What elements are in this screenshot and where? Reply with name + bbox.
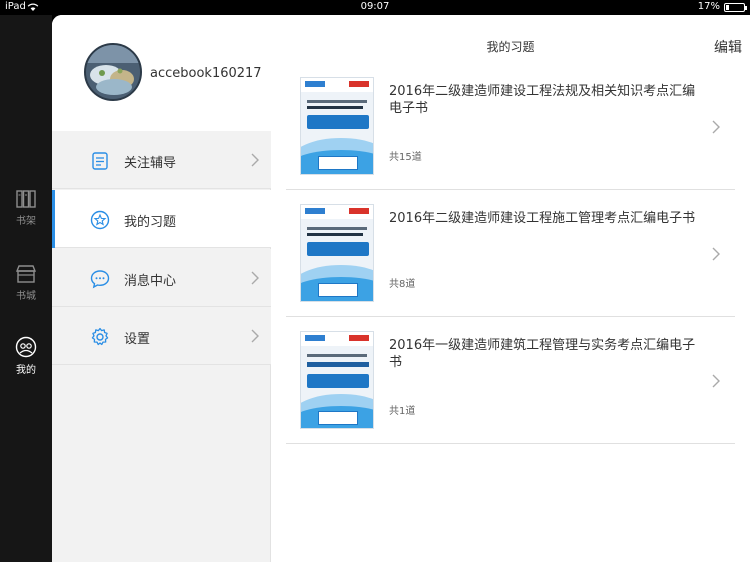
star-icon (90, 210, 110, 230)
book-title: 2016年二级建造师建设工程施工管理考点汇编电子书 (389, 211, 696, 226)
content-header: 我的习题 编辑 (271, 15, 750, 63)
chevron-right-icon (250, 270, 260, 286)
tab-label: 我的 (16, 365, 36, 376)
exercises-panel: 我的习题 编辑 2016年二级建造师建设工程法规及相关知识考点汇编电子书 共15… (271, 15, 750, 562)
cover-text-line (307, 233, 363, 236)
book-title: 2016年一级建造师建筑工程管理与实务考点汇编电子书 (389, 338, 696, 370)
cover-tag (349, 81, 369, 87)
profile-icon (0, 336, 52, 358)
main-panel: accebook160217 关注辅导 我的习题 消息中心 设置 我的习题 编辑… (52, 15, 750, 562)
battery-percent: 17% (697, 1, 720, 12)
menu-item-settings[interactable]: 设置 (52, 307, 271, 365)
cover-tag (349, 208, 369, 214)
cover-text-line (307, 227, 367, 230)
cover-title-band (307, 242, 369, 256)
menu-item-tutoring[interactable]: 关注辅导 (52, 131, 271, 189)
edit-button[interactable]: 编辑 (714, 37, 742, 57)
menu-item-label: 我的习题 (124, 215, 177, 230)
chat-icon (90, 269, 110, 289)
clock: 09:07 (360, 1, 390, 12)
tab-label: 书城 (16, 291, 36, 302)
menu-item-label: 关注辅导 (124, 156, 177, 171)
book-cover (300, 331, 374, 429)
cover-text-line (307, 106, 363, 109)
publisher-logo (305, 335, 325, 341)
gear-icon (90, 327, 110, 347)
exercise-count: 共8道 (389, 279, 416, 290)
publisher-logo (305, 81, 325, 87)
cover-box (318, 411, 358, 425)
book-cover (300, 77, 374, 175)
battery-fill (726, 5, 729, 10)
profile-header: accebook160217 (52, 15, 271, 131)
cover-title-band (307, 115, 369, 129)
tab-profile[interactable]: 我的 (0, 336, 52, 386)
document-icon (90, 151, 110, 171)
book-row[interactable]: 2016年二级建造师建设工程法规及相关知识考点汇编电子书 共15道 (286, 63, 735, 190)
menu-item-messages[interactable]: 消息中心 (52, 249, 271, 307)
active-indicator (52, 190, 55, 248)
menu-item-my-exercises[interactable]: 我的习题 (52, 190, 271, 248)
book-row[interactable]: 2016年一级建造师建筑工程管理与实务考点汇编电子书 共1道 (286, 317, 735, 444)
menu-column: accebook160217 关注辅导 我的习题 消息中心 设置 (52, 15, 271, 562)
chevron-right-icon (250, 152, 260, 168)
chevron-right-icon (711, 373, 721, 389)
username: accebook160217 (150, 66, 262, 81)
cover-text-line (307, 362, 369, 367)
avatar[interactable] (84, 43, 142, 101)
publisher-logo (305, 208, 325, 214)
cover-text-line (307, 100, 367, 103)
chevron-right-icon (711, 246, 721, 262)
cover-box (318, 283, 358, 297)
exercise-count: 共1道 (389, 406, 416, 417)
cover-tag (349, 335, 369, 341)
chevron-right-icon (711, 119, 721, 135)
tab-bookshelf[interactable]: 书架 (0, 189, 52, 239)
battery-icon (724, 3, 747, 12)
tab-store[interactable]: 书城 (0, 264, 52, 314)
tab-label: 书架 (16, 216, 36, 227)
chevron-right-icon (250, 328, 260, 344)
cover-box (318, 156, 358, 170)
status-bar: iPad 09:07 17% (0, 0, 750, 15)
cover-text-line (307, 354, 367, 357)
book-row[interactable]: 2016年二级建造师建设工程施工管理考点汇编电子书 共8道 (286, 190, 735, 317)
bookshelf-icon (0, 189, 52, 209)
cover-title-band (307, 374, 369, 388)
book-cover (300, 204, 374, 302)
book-title: 2016年二级建造师建设工程法规及相关知识考点汇编电子书 (389, 84, 696, 116)
menu-item-label: 设置 (124, 332, 151, 347)
page-title: 我的习题 (486, 40, 535, 54)
tab-rail: 书架 书城 我的 (0, 15, 52, 562)
menu-item-label: 消息中心 (124, 274, 177, 289)
store-icon (0, 264, 52, 284)
exercise-count: 共15道 (389, 152, 422, 163)
